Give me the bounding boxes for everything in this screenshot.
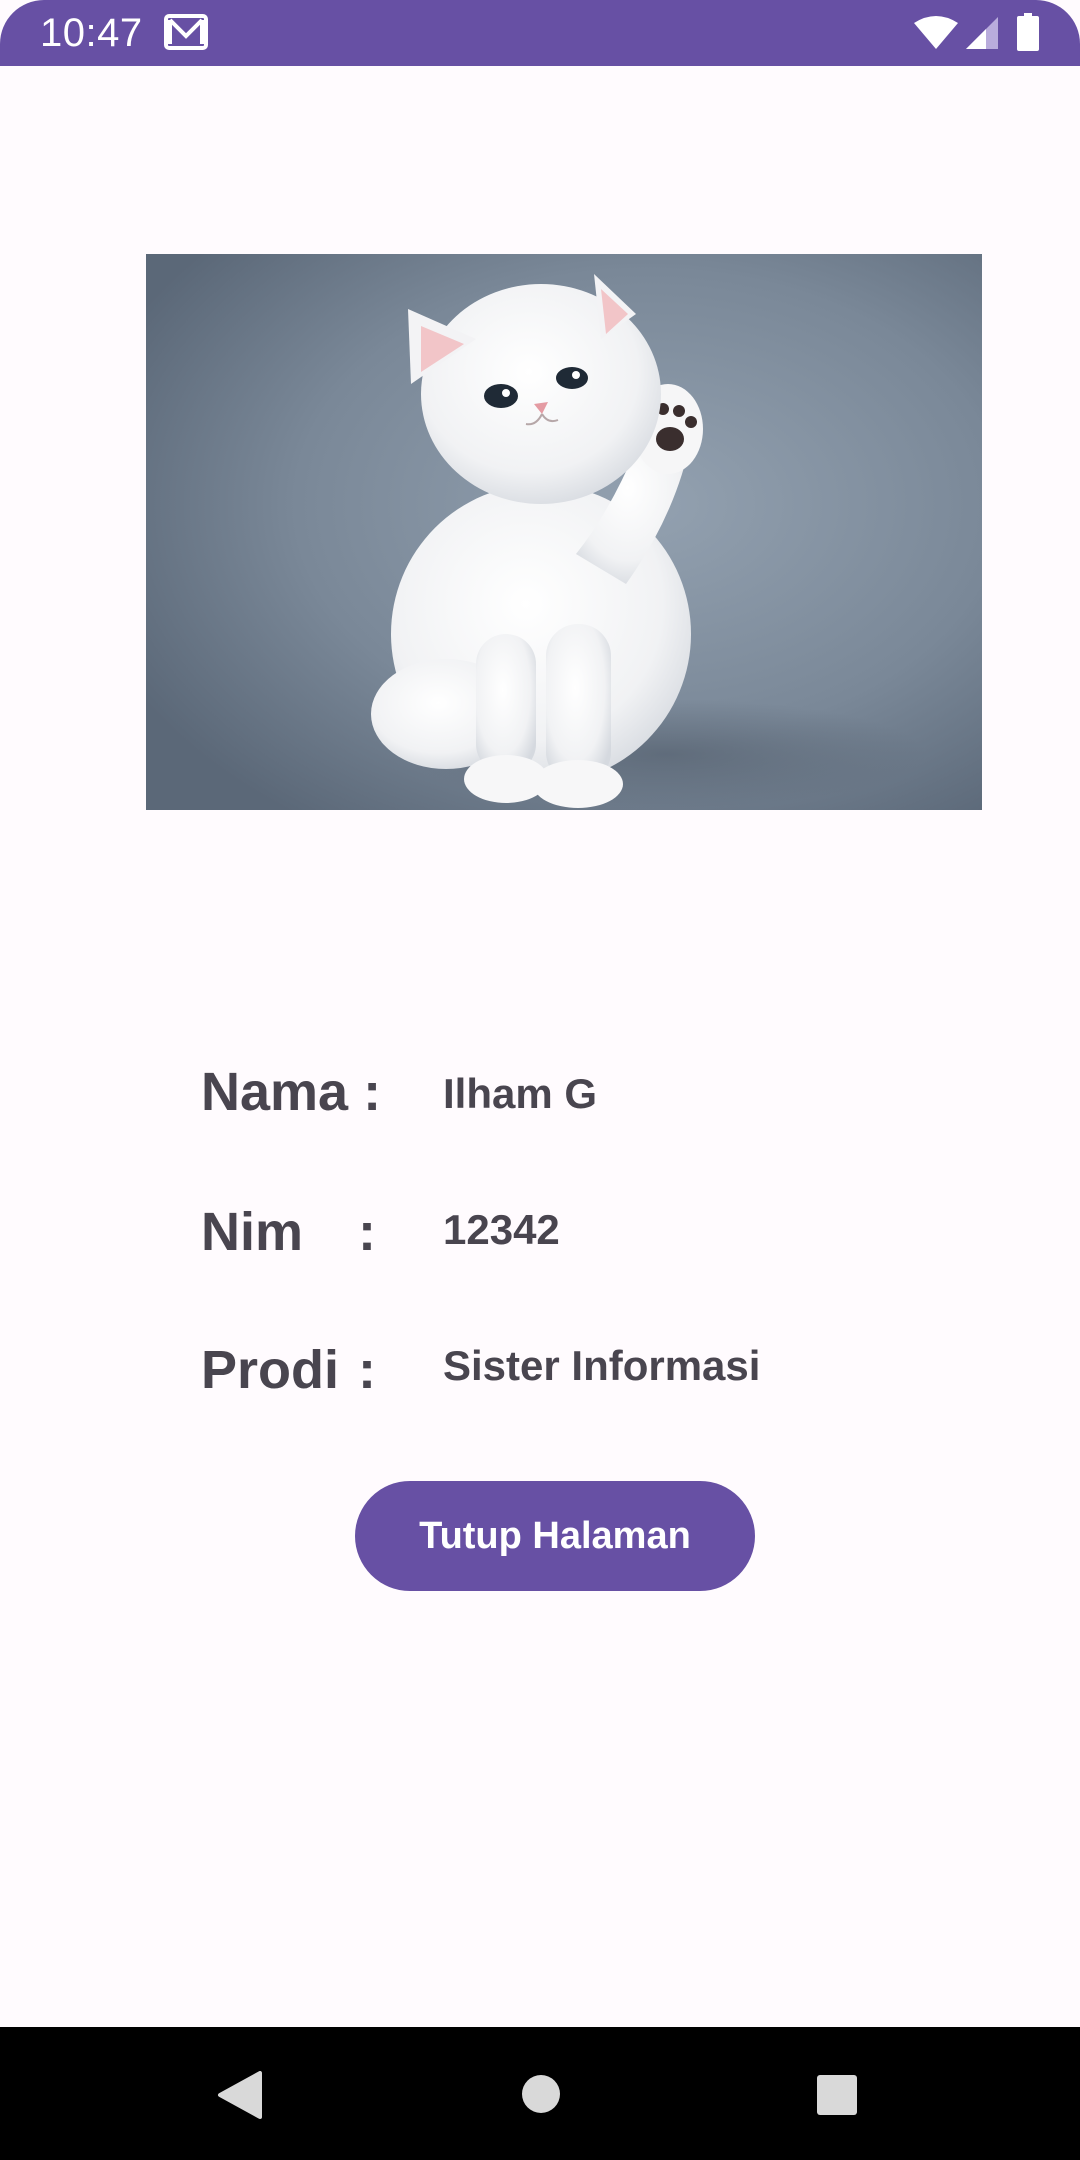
- app-screen: 10:47 Nama: Ilham G Nim: 12342 Prodi:…: [0, 0, 1080, 2160]
- signal-icon: [966, 17, 998, 49]
- gmail-icon: [164, 14, 208, 50]
- name-value: Ilham G: [443, 1070, 598, 1117]
- navigation-bar: [0, 2027, 1080, 2160]
- nim-label: Nim: [201, 1202, 304, 1262]
- prodi-label: Prodi: [201, 1340, 340, 1400]
- name-label: Nama :: [201, 1062, 382, 1122]
- status-bar: 10:47: [0, 0, 1080, 66]
- recents-icon[interactable]: [816, 2074, 858, 2116]
- wifi-icon: [914, 16, 958, 49]
- kitten-photo: [146, 254, 982, 810]
- battery-icon: [1017, 13, 1039, 51]
- close-page-button[interactable]: Tutup Halaman: [355, 1481, 755, 1591]
- nim-value: 12342: [443, 1206, 560, 1253]
- prodi-value: Sister Informasi: [443, 1342, 761, 1389]
- back-icon[interactable]: [216, 2071, 262, 2119]
- prodi-colon: :: [358, 1340, 376, 1400]
- status-time: 10:47: [40, 11, 143, 55]
- home-icon[interactable]: [521, 2074, 561, 2114]
- nim-colon: :: [358, 1202, 376, 1262]
